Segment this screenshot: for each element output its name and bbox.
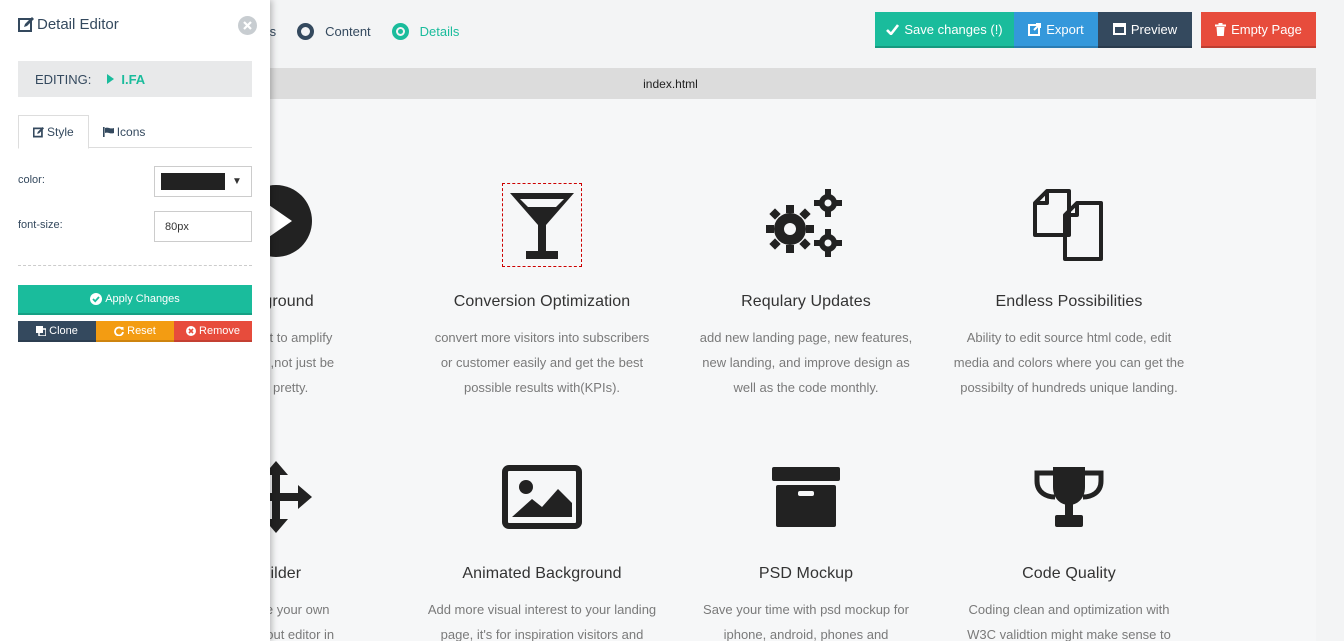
flag-icon (102, 126, 114, 137)
divider (18, 265, 252, 266)
empty-page-button[interactable]: Empty Page (1201, 12, 1316, 48)
desc-line: page, it's for inspiration visitors and (440, 627, 644, 641)
color-picker[interactable]: ▼ (154, 166, 252, 197)
feature-title[interactable]: Code Quality (937, 565, 1201, 583)
feature-description[interactable]: convert more visitors into subscribers or… (410, 325, 674, 400)
clone-icon (36, 325, 47, 336)
panel-title: Detail Editor (18, 16, 119, 33)
export-button[interactable]: Export (1014, 12, 1098, 48)
preview-button[interactable]: Preview (1098, 12, 1192, 48)
empty-page-label: Empty Page (1231, 21, 1302, 37)
check-circle-icon (90, 293, 103, 305)
desc-line: Ability to edit source html code, edit (966, 330, 1172, 345)
apply-changes-label: Apply Changes (105, 293, 180, 305)
feature-item[interactable]: Code Quality Coding clean and optimizati… (937, 457, 1201, 641)
toolbar-actions: Save changes (!) Export Preview Empty Pa… (875, 12, 1316, 48)
cocktail-glass-icon[interactable] (502, 183, 582, 267)
feature-description[interactable]: Coding clean and optimization with W3C va… (937, 597, 1201, 641)
step-details-label: Details (419, 23, 460, 39)
desc-line: W3C validtion might make sense to (967, 627, 1171, 641)
color-swatch (161, 173, 225, 190)
trash-icon (1215, 22, 1227, 36)
tab-style[interactable]: Style (18, 115, 89, 149)
archive-box-icon[interactable] (674, 457, 938, 537)
tab-style-label: Style (47, 125, 74, 139)
reset-button[interactable]: Reset (96, 321, 174, 342)
window-icon (1112, 23, 1126, 35)
feature-description[interactable]: Ability to edit source html code, edit me… (937, 325, 1201, 400)
desc-line: Add more visual interest to your landing (427, 602, 657, 617)
desc-line: new landing, and improve design as (702, 355, 910, 370)
feature-description[interactable]: add new landing page, new features, new l… (674, 325, 938, 400)
desc-line: Save your time with psd mockup for (703, 602, 909, 617)
triangle-right-icon (107, 74, 115, 84)
save-changes-button[interactable]: Save changes (!) (875, 12, 1014, 48)
desc-line: iphone, android, phones and (723, 627, 889, 641)
desc-line: or customer easily and get the best (440, 355, 644, 370)
font-size-input[interactable] (154, 211, 252, 242)
desc-line: Coding clean and optimization with (968, 602, 1170, 617)
desc-line: possibilty of hundreds unique landing. (960, 380, 1178, 395)
reset-label: Reset (127, 324, 156, 337)
desc-line: media and colors where you can get the (953, 355, 1185, 370)
editor-tabs: Style Icons (18, 115, 252, 149)
check-icon (886, 23, 900, 35)
editing-element-tag: I.FA (121, 71, 146, 87)
feature-description[interactable]: Save your time with psd mockup for iphone… (674, 597, 938, 641)
element-actions: Clone Reset Remove (18, 321, 252, 342)
gears-icon[interactable] (674, 185, 938, 265)
desc-line: well as the code monthly. (733, 380, 879, 395)
save-changes-label: Save changes (!) (904, 21, 1003, 37)
desc-line: convert more visitors into subscribers (434, 330, 650, 345)
feature-title[interactable]: Requlary Updates (674, 293, 938, 311)
feature-title[interactable]: Animated Background (410, 565, 674, 583)
caret-down-icon: ▼ (232, 176, 242, 187)
refresh-icon (114, 326, 125, 336)
step-details[interactable]: Details (391, 22, 460, 40)
edit-icon (33, 126, 44, 137)
edit-icon (18, 16, 34, 32)
times-circle-icon (186, 325, 197, 336)
preview-label: Preview (1130, 21, 1178, 37)
feature-item[interactable]: Animated Background Add more visual inte… (410, 457, 674, 641)
feature-item[interactable]: Requlary Updates add new landing page, n… (674, 185, 938, 400)
clone-label: Clone (49, 324, 78, 337)
export-label: Export (1046, 21, 1084, 37)
file-name: index.html (643, 76, 698, 91)
color-label: color: (18, 174, 45, 186)
editing-indicator: EDITING: I.FA (18, 61, 252, 97)
tab-icons[interactable]: Icons (89, 115, 160, 148)
step-ring-icon (297, 22, 315, 40)
apply-changes-button[interactable]: Apply Changes (18, 285, 252, 315)
feature-item[interactable]: Conversion Optimization convert more vis… (410, 183, 674, 400)
tab-icons-label: Icons (116, 124, 146, 139)
clone-button[interactable]: Clone (18, 321, 96, 342)
step-ring-active-icon (391, 22, 409, 40)
remove-label: Remove (199, 324, 240, 337)
panel-title-text: Detail Editor (37, 16, 119, 33)
font-size-label: font-size: (18, 219, 63, 231)
feature-title[interactable]: Conversion Optimization (410, 293, 674, 311)
feature-item[interactable]: Endless Possibilities Ability to edit so… (937, 185, 1201, 400)
step-content-label: Content (325, 23, 371, 39)
feature-item[interactable]: PSD Mockup Save your time with psd mocku… (674, 457, 938, 641)
picture-icon[interactable] (410, 457, 674, 537)
wizard-steps: ts Content Details (266, 21, 480, 41)
desc-line: add new landing page, new features, (699, 330, 913, 345)
feature-title[interactable]: Endless Possibilities (937, 293, 1201, 311)
close-icon[interactable] (238, 16, 257, 35)
editing-label: EDITING: (35, 71, 92, 87)
copy-files-icon[interactable] (937, 185, 1201, 265)
feature-title[interactable]: PSD Mockup (674, 565, 938, 583)
remove-button[interactable]: Remove (174, 321, 252, 342)
feature-description[interactable]: Add more visual interest to your landing… (410, 597, 674, 641)
step-content[interactable]: Content (297, 22, 371, 40)
external-link-icon (1028, 22, 1042, 36)
desc-line: possible results with(KPIs). (463, 380, 621, 395)
detail-editor-panel: Detail Editor EDITING: I.FA Style Icons … (0, 0, 270, 641)
trophy-icon[interactable] (937, 457, 1201, 537)
